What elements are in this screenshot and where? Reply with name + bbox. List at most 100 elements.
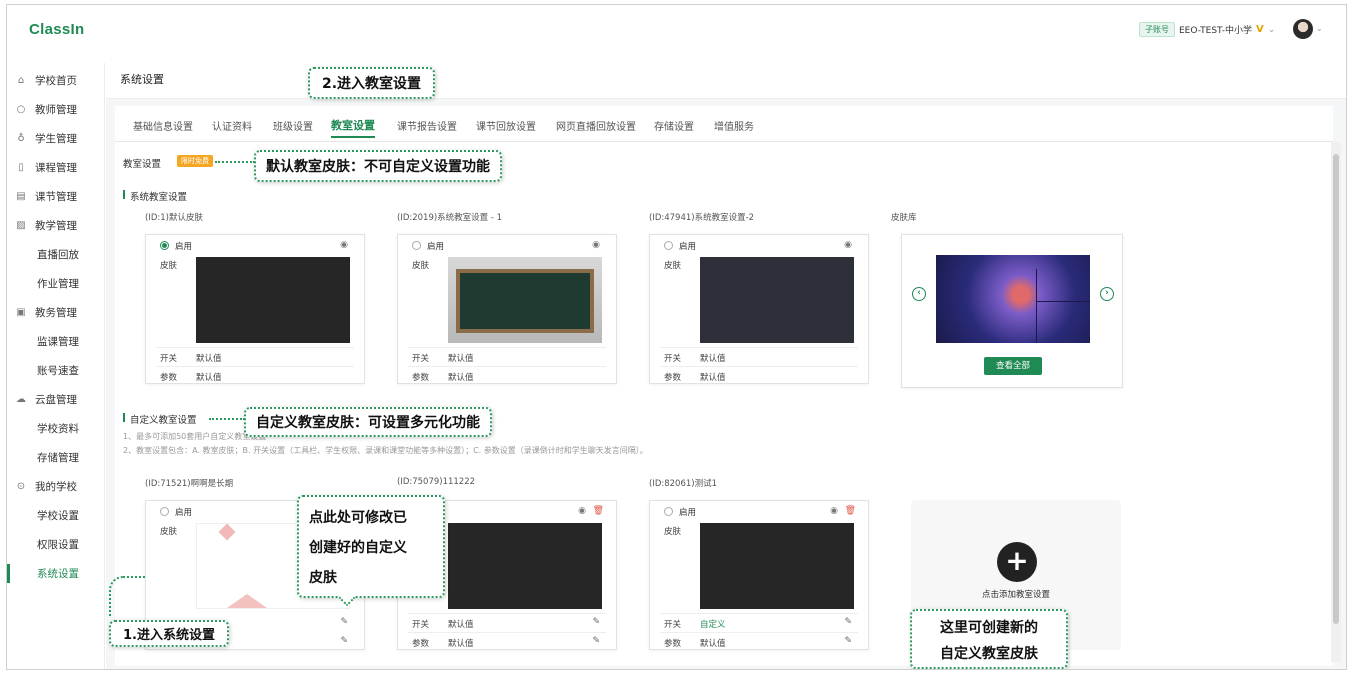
param-value: 默认值 xyxy=(700,373,726,383)
sidebar-item-teachers[interactable]: ○ 教师管理 xyxy=(7,95,105,124)
page-header: 系统设置 xyxy=(106,51,1346,99)
sidebar-item-my-school[interactable]: ⊙ 我的学校 xyxy=(7,472,105,501)
chevron-right-icon[interactable]: › xyxy=(1100,287,1114,301)
plus-icon[interactable]: + xyxy=(997,542,1037,582)
sidebar-item-label: 学校设置 xyxy=(37,510,79,522)
skin-library-label: 皮肤库 xyxy=(891,213,917,223)
avatar[interactable] xyxy=(1293,19,1313,39)
custom-note-2: 2、教室设置包含：A. 教室皮肤；B. 开关设置（工具栏、学生权限、录课和课堂功… xyxy=(123,446,648,455)
sidebar: ⌂ 学校首页 ○ 教师管理 ♁ 学生管理 ▯ 课程管理 ▤ 课节管理 ▨ 教学管理 直播回放… xyxy=(7,63,105,669)
enable-radio[interactable] xyxy=(160,241,169,250)
enable-label: 启用 xyxy=(679,508,697,518)
tab-basic-info[interactable]: 基础信息设置 xyxy=(133,118,193,133)
sidebar-item-label: 监课管理 xyxy=(37,336,79,348)
sidebar-item-teaching[interactable]: ▨ 教学管理 xyxy=(7,211,105,240)
sidebar-item-system-settings[interactable]: 系统设置 xyxy=(7,559,105,588)
eye-icon[interactable]: ◉ xyxy=(578,506,586,516)
skin-preview xyxy=(448,523,602,609)
edit-pencil-icon[interactable]: ✎ xyxy=(340,636,348,646)
edit-pencil-icon[interactable]: ✎ xyxy=(844,617,852,627)
enable-radio[interactable] xyxy=(664,507,673,516)
sidebar-item-academic[interactable]: ▣ 教务管理 xyxy=(7,298,105,327)
system-card-id: (ID:1)默认皮肤 xyxy=(145,213,203,223)
sidebar-item-school-settings[interactable]: 学校设置 xyxy=(7,501,105,530)
sidebar-item-permissions[interactable]: 权限设置 xyxy=(7,530,105,559)
account-switcher[interactable]: 子账号 EEO-TEST-中小学 V ⌄ xyxy=(1139,22,1275,37)
sidebar-item-lessons[interactable]: ▤ 课节管理 xyxy=(7,182,105,211)
sidebar-item-label: 学校资料 xyxy=(37,423,79,435)
param-label: 参数 xyxy=(412,639,430,649)
divider xyxy=(660,347,858,348)
sidebar-item-label: 云盘管理 xyxy=(35,394,77,406)
callout-enter-classroom: 2.进入教室设置 xyxy=(308,67,436,99)
custom-card-id: (ID:82061)测试1 xyxy=(649,479,717,489)
switch-label: 开关 xyxy=(412,354,430,364)
tab-classroom[interactable]: 教室设置 xyxy=(331,117,375,138)
eye-icon[interactable]: ◉ xyxy=(592,240,600,250)
skin-library-preview[interactable] xyxy=(936,255,1090,343)
param-label: 参数 xyxy=(664,373,682,383)
sidebar-item-monitor[interactable]: 监课管理 xyxy=(7,327,105,356)
course-icon: ▯ xyxy=(18,162,24,173)
sidebar-item-homework[interactable]: 作业管理 xyxy=(7,269,105,298)
tab-web-live-replay[interactable]: 网页直播回放设置 xyxy=(556,118,636,133)
switch-label: 开关 xyxy=(160,354,178,364)
sidebar-item-cloud[interactable]: ☁ 云盘管理 xyxy=(7,385,105,414)
sidebar-item-storage[interactable]: 存储管理 xyxy=(7,443,105,472)
divider xyxy=(408,366,606,367)
divider xyxy=(408,613,606,614)
sidebar-item-label: 课程管理 xyxy=(35,162,77,174)
skin-label: 皮肤 xyxy=(412,261,430,271)
scrollbar-thumb[interactable] xyxy=(1333,154,1339,624)
sidebar-item-courses[interactable]: ▯ 课程管理 xyxy=(7,153,105,182)
avatar-chevron-icon[interactable]: ⌄ xyxy=(1316,24,1323,33)
tab-value-added[interactable]: 增值服务 xyxy=(714,118,754,133)
eye-icon[interactable]: ◉ xyxy=(340,240,348,250)
add-classroom-label: 点击添加教室设置 xyxy=(981,590,1050,600)
param-label: 参数 xyxy=(412,373,430,383)
trash-icon[interactable]: 🗑 xyxy=(593,506,604,516)
edit-pencil-icon[interactable]: ✎ xyxy=(592,636,600,646)
tab-lesson-replay[interactable]: 课节回放设置 xyxy=(476,118,536,133)
divider xyxy=(408,632,606,633)
system-card-id: (ID:2019)系统教室设置 - 1 xyxy=(397,213,503,223)
sidebar-item-label: 权限设置 xyxy=(37,539,79,551)
skin-label: 皮肤 xyxy=(160,261,178,271)
sidebar-item-live-replay[interactable]: 直播回放 xyxy=(7,240,105,269)
sidebar-item-label: 账号速查 xyxy=(37,365,79,377)
switch-value: 默认值 xyxy=(448,620,474,630)
sidebar-item-school-home[interactable]: ⌂ 学校首页 xyxy=(7,66,105,95)
param-value: 默认值 xyxy=(448,373,474,383)
users-icon: ♁ xyxy=(17,133,25,144)
sidebar-item-label: 教学管理 xyxy=(35,220,77,232)
scrollbar[interactable] xyxy=(1331,142,1341,662)
sidebar-item-school-files[interactable]: 学校资料 xyxy=(7,414,105,443)
eye-icon[interactable]: ◉ xyxy=(844,240,852,250)
enable-radio[interactable] xyxy=(160,507,169,516)
sidebar-item-account-lookup[interactable]: 账号速查 xyxy=(7,356,105,385)
view-all-button[interactable]: 查看全部 xyxy=(984,357,1042,375)
callout-line: 创建好的自定义 xyxy=(309,540,407,556)
edit-pencil-icon[interactable]: ✎ xyxy=(844,636,852,646)
tab-class[interactable]: 班级设置 xyxy=(273,118,313,133)
cloud-icon: ☁ xyxy=(16,394,26,405)
enable-radio[interactable] xyxy=(412,241,421,250)
divider xyxy=(156,366,354,367)
edit-pencil-icon[interactable]: ✎ xyxy=(592,617,600,627)
tab-storage[interactable]: 存储设置 xyxy=(654,118,694,133)
switch-label: 开关 xyxy=(664,354,682,364)
enable-radio[interactable] xyxy=(664,241,673,250)
chevron-left-icon[interactable]: ‹ xyxy=(912,287,926,301)
tab-lesson-report[interactable]: 课节报告设置 xyxy=(397,118,457,133)
sidebar-item-label: 我的学校 xyxy=(35,481,77,493)
param-label: 参数 xyxy=(160,373,178,383)
switch-value: 默认值 xyxy=(448,354,474,364)
sidebar-item-students[interactable]: ♁ 学生管理 xyxy=(7,124,105,153)
edit-pencil-icon[interactable]: ✎ xyxy=(340,617,348,627)
settings-tabs: 基础信息设置 认证资料 班级设置 教室设置 课节报告设置 课节回放设置 网页直播… xyxy=(115,106,1333,142)
system-group-title: 系统教室设置 xyxy=(123,189,187,203)
eye-icon[interactable]: ◉ xyxy=(830,506,838,516)
trash-icon[interactable]: 🗑 xyxy=(845,506,856,516)
tab-certification[interactable]: 认证资料 xyxy=(212,118,252,133)
home-icon: ⌂ xyxy=(17,75,25,86)
